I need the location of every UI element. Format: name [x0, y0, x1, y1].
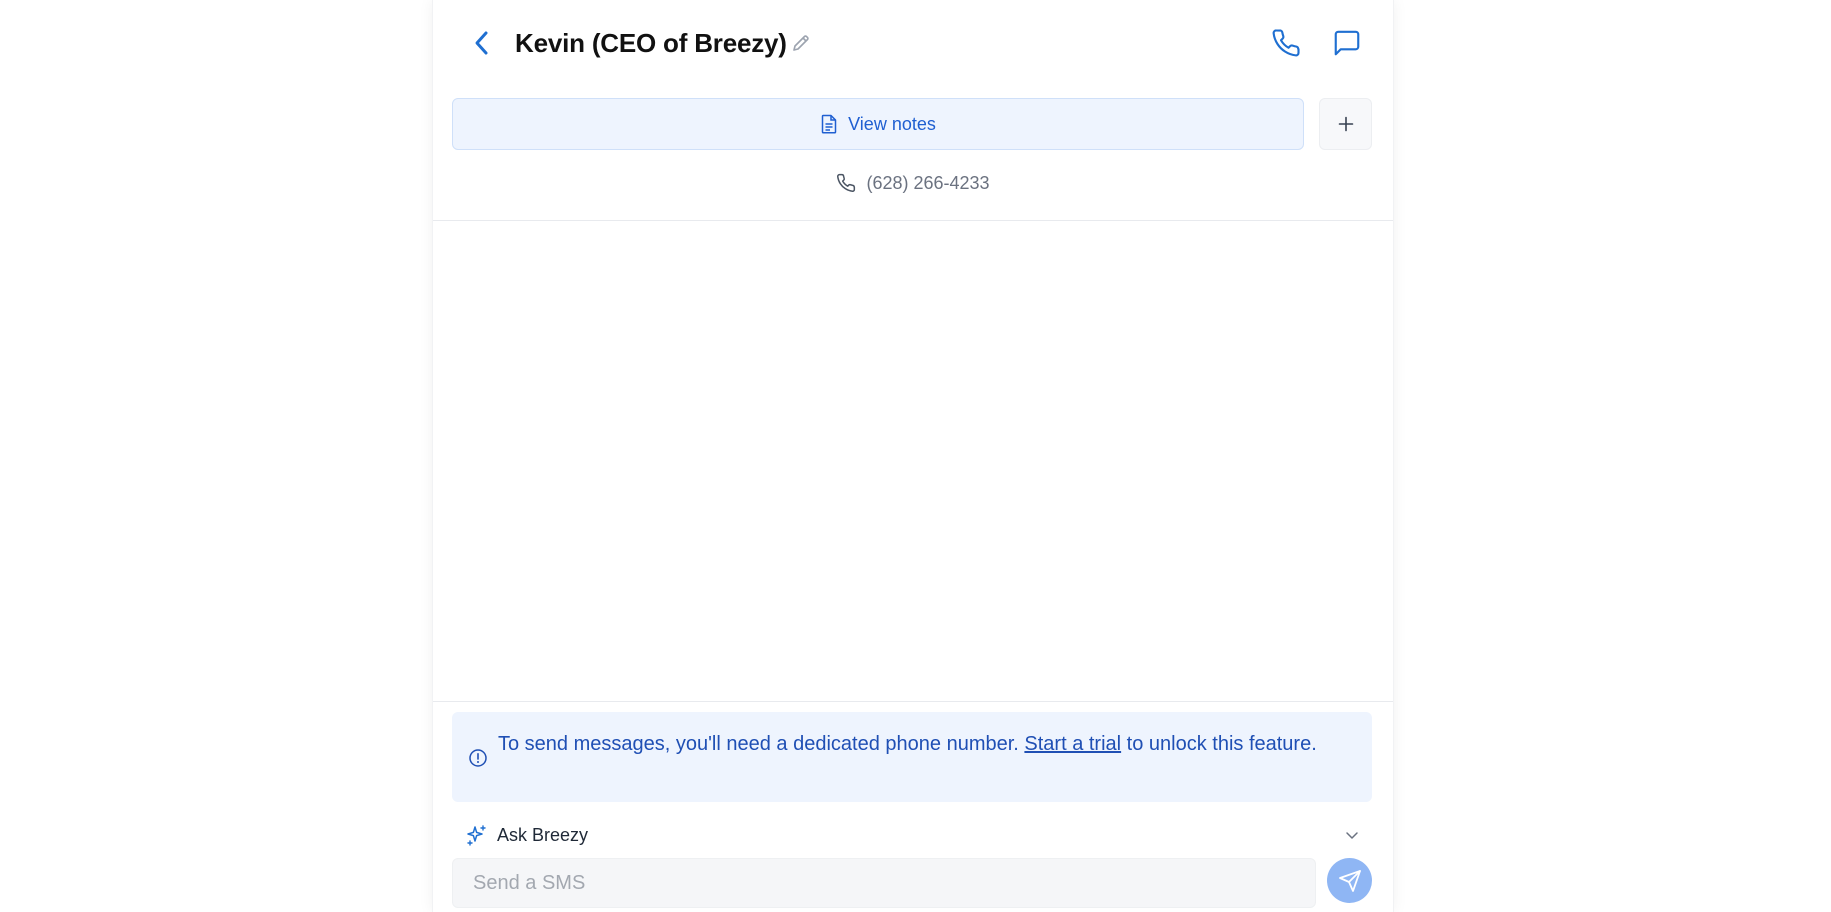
- message-thread: [433, 221, 1393, 701]
- chevron-left-icon: [475, 31, 488, 55]
- view-notes-label: View notes: [848, 113, 936, 134]
- contact-phone-row: (628) 266-4233: [433, 168, 1393, 198]
- chevron-down-icon[interactable]: [1340, 823, 1364, 847]
- view-notes-button[interactable]: View notes: [452, 98, 1304, 150]
- conversation-panel: Kevin (CEO of Breezy) View notes (628) 2…: [432, 0, 1394, 912]
- plus-icon: [1338, 116, 1353, 132]
- contact-phone-number: (628) 266-4233: [866, 172, 990, 193]
- chat-bubble-icon: [1334, 30, 1360, 56]
- sms-input[interactable]: [452, 858, 1316, 908]
- contact-name-title: Kevin (CEO of Breezy): [515, 28, 787, 58]
- alert-text-after: to unlock this feature.: [1121, 733, 1317, 755]
- document-icon: [821, 114, 837, 134]
- composer-divider: [433, 701, 1393, 702]
- info-circle-icon: [469, 749, 487, 767]
- back-button[interactable]: [467, 26, 497, 60]
- call-button[interactable]: [1269, 26, 1303, 60]
- edit-name-button[interactable]: [789, 31, 813, 55]
- message-button[interactable]: [1330, 26, 1364, 60]
- sparkles-icon: [466, 824, 488, 846]
- ask-breezy-row[interactable]: Ask Breezy: [452, 820, 1372, 850]
- pencil-icon: [793, 35, 809, 51]
- send-button[interactable]: [1327, 858, 1372, 903]
- start-trial-link[interactable]: Start a trial: [1024, 733, 1121, 755]
- ask-breezy-label: Ask Breezy: [497, 824, 589, 845]
- alert-text-before: To send messages, you'll need a dedicate…: [498, 733, 1025, 755]
- conversation-header: Kevin (CEO of Breezy): [433, 0, 1393, 86]
- phone-icon: [1272, 29, 1300, 57]
- phone-icon: [837, 173, 856, 192]
- paper-plane-icon: [1338, 869, 1361, 892]
- upgrade-alert: To send messages, you'll need a dedicate…: [452, 712, 1372, 802]
- add-button[interactable]: [1319, 98, 1372, 150]
